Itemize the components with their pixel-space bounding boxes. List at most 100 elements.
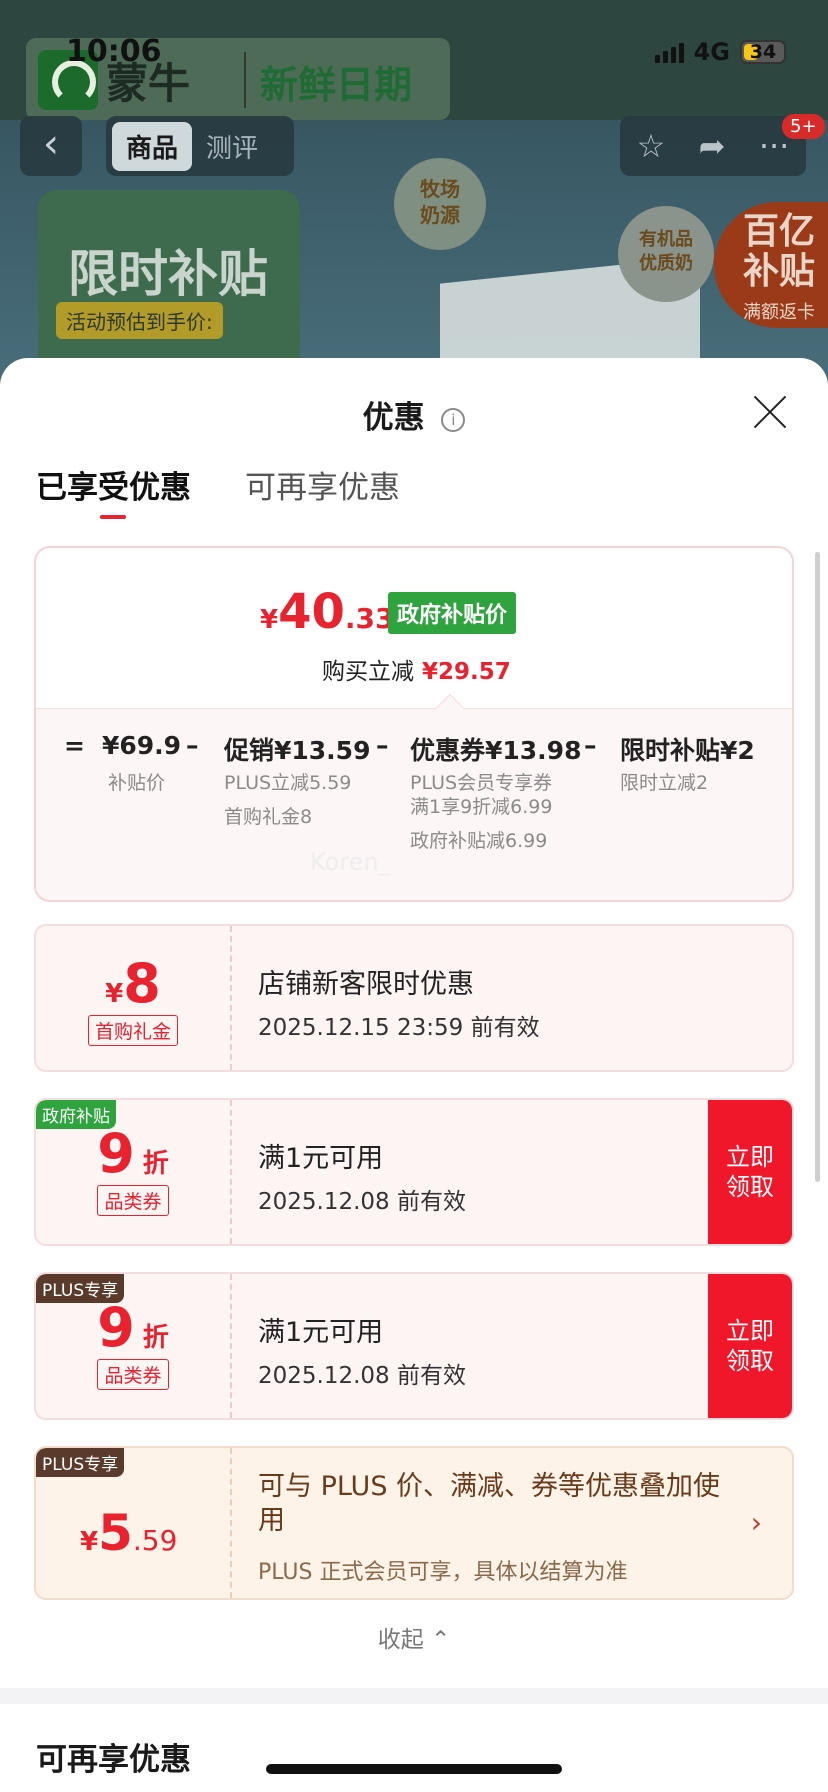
brand-tag: 新鲜日期 (260, 63, 413, 107)
more-discounts-title: 可再享优惠 (36, 1742, 191, 1778)
product-tabs: 商品 测评 (106, 116, 294, 176)
reduce-label: 购买立减 (322, 659, 414, 685)
coupon-amount: ¥8 (36, 952, 230, 1015)
info-icon[interactable]: i (441, 407, 466, 432)
back-button[interactable]: ‹ (20, 116, 82, 176)
collapse-button[interactable]: 收起 ⌃ (0, 1620, 828, 1654)
notification-badge: 5+ (782, 114, 825, 139)
coupon-label: 品类券 (97, 1359, 169, 1390)
promo-title: 限时补贴 (68, 245, 268, 303)
breakdown-panel: = ¥69.9 补贴价 – 促销¥13.59 PLUS立减5.59 首购礼金8 … (36, 708, 792, 900)
signal-icon (654, 41, 684, 63)
tab-more[interactable]: 可再享优惠 (245, 462, 400, 507)
coupon-amount-value: 8 (123, 952, 161, 1015)
product-page-background: 蒙牛 新鲜日期 10:06 4G 34 ‹ 商品 测评 ☆ ➦ ··· 5+ 限… (0, 0, 828, 400)
breakdown-coupon: 优惠券¥13.98 (410, 736, 582, 765)
promo-subtitle: 活动预估到手价: (56, 302, 223, 339)
claim-button[interactable]: 立即 领取 (708, 1274, 792, 1418)
coupon-divider (230, 1274, 232, 1418)
coupon-label: 首购礼金 (87, 1015, 178, 1046)
coupon-expiry: 2025.12.08 前有效 (258, 1363, 466, 1389)
tab-enjoyed[interactable]: 已享受优惠 (36, 462, 191, 519)
coupon-amount-value: 9 (97, 1296, 135, 1359)
plus-amount-dec: .59 (132, 1524, 178, 1557)
close-icon[interactable] (752, 394, 788, 430)
coupon-currency: ¥ (105, 979, 124, 1009)
plus-title: 可与 PLUS 价、满减、券等优惠叠加使用 (258, 1471, 721, 1536)
reduce-amount: ¥29.57 (422, 659, 511, 685)
subsidy-badge-subtitle: 满额返卡 (743, 302, 815, 323)
brand-divider (244, 52, 246, 108)
coupon-value-area: 9折 品类券 (36, 1100, 230, 1244)
home-indicator[interactable] (266, 1764, 562, 1774)
coupon-title: 满1元可用 (258, 1317, 384, 1348)
coupon-plus-exclusive: PLUS专享 9折 品类券 满1元可用 2025.12.08 前有效 立即 领取 (34, 1272, 794, 1420)
reduce-line: 购买立减 ¥29.57 (322, 652, 511, 686)
discount-sheet: 优惠 i 已享受优惠 可再享优惠 ¥ 40 .33 政府补贴价 购买立减 ¥29.… (0, 358, 828, 1792)
breakdown-coupon-sub3: 政府补贴减6.99 (410, 830, 548, 852)
sheet-title: 优惠 i (0, 392, 828, 437)
tab-review[interactable]: 测评 (192, 128, 272, 165)
coupon-amount: 9折 (36, 1296, 230, 1359)
breakdown-promo: 促销¥13.59 (224, 736, 371, 765)
network-type: 4G (693, 38, 730, 66)
breakdown-minus-1: – (186, 731, 199, 760)
breakdown-minus-2: – (376, 731, 389, 760)
gov-subsidy-tag: 政府补贴价 (388, 592, 517, 634)
coupon-label: 品类券 (97, 1185, 169, 1216)
section-divider (0, 1688, 828, 1704)
battery-icon: 34 (740, 40, 786, 64)
claim-button[interactable]: 立即 领取 (708, 1100, 792, 1244)
organic-badge: 有机品 优质奶 (618, 206, 714, 302)
breakdown-promo-sub2: 首购礼金8 (224, 806, 313, 828)
coupon-title: 店铺新客限时优惠 (258, 969, 474, 1000)
breakdown-equals: = (64, 731, 85, 760)
breakdown-limited: 限时补贴¥2 (620, 736, 755, 765)
coupon-title: 满1元可用 (258, 1143, 384, 1174)
discount-tabs: 已享受优惠 可再享优惠 (36, 462, 400, 519)
plus-discount-card[interactable]: PLUS专享 ¥5.59 可与 PLUS 价、满减、券等优惠叠加使用 PLUS … (34, 1446, 794, 1600)
scrollbar[interactable] (815, 552, 820, 1182)
breakdown-base: ¥69.9 (102, 731, 182, 760)
coupon-first-purchase[interactable]: ¥8 首购礼金 店铺新客限时优惠 2025.12.15 23:59 前有效 (34, 924, 794, 1072)
battery-level: 34 (749, 41, 777, 63)
breakdown-coupon-sub2: 满1享9折减6.99 (410, 796, 553, 818)
coupon-unit: 折 (142, 1149, 169, 1179)
price-summary-card: ¥ 40 .33 政府补贴价 购买立减 ¥29.57 = ¥69.9 补贴价 – … (34, 546, 794, 902)
breakdown-base-label: 补贴价 (108, 772, 166, 794)
coupon-divider (230, 926, 232, 1070)
final-price: ¥ 40 .33 (260, 584, 395, 640)
action-bar: ☆ ➦ ··· (620, 116, 806, 176)
subsidy-badge-title: 百亿 补贴 (742, 211, 815, 292)
plus-amount: ¥5.59 (80, 1504, 177, 1562)
status-indicators: 4G 34 (654, 38, 786, 66)
coupon-expiry: 2025.12.08 前有效 (258, 1189, 466, 1215)
breakdown-limited-sub: 限时立减2 (620, 772, 709, 794)
coupon-gov-subsidy: 政府补贴 9折 品类券 满1元可用 2025.12.08 前有效 立即 领取 (34, 1098, 794, 1246)
chevron-right-icon[interactable]: › (751, 1506, 762, 1539)
tab-product[interactable]: 商品 (112, 121, 193, 171)
milk-source-badge: 牧场 奶源 (394, 158, 486, 250)
breakdown-minus-3: – (584, 731, 597, 760)
favorite-star-icon[interactable]: ☆ (637, 127, 666, 165)
coupon-value-area: 9折 品类券 (36, 1274, 230, 1418)
plus-currency: ¥ (80, 1527, 99, 1557)
coupon-expiry: 2025.12.15 23:59 前有效 (258, 1015, 540, 1041)
price-integer: 40 (278, 584, 345, 640)
subsidy-badge[interactable]: 百亿 补贴 满额返卡 (714, 202, 828, 328)
coupon-unit: 折 (142, 1323, 169, 1353)
sheet-title-text: 优惠 (362, 400, 425, 436)
coupon-divider (230, 1100, 232, 1244)
price-currency: ¥ (260, 605, 279, 635)
share-icon[interactable]: ➦ (699, 127, 726, 165)
plus-amount-int: 5 (98, 1504, 133, 1562)
coupon-amount-value: 9 (97, 1122, 135, 1185)
status-time: 10:06 (66, 34, 162, 69)
watermark: Koren_ (310, 848, 391, 876)
plus-note: PLUS 正式会员可享，具体以结算为准 (258, 1560, 628, 1585)
plus-corner-tag: PLUS专享 (36, 1448, 125, 1477)
plus-divider (230, 1448, 232, 1598)
breakdown-promo-sub1: PLUS立减5.59 (224, 772, 352, 794)
coupon-amount: 9折 (36, 1122, 230, 1185)
coupon-value-area: ¥8 首购礼金 (36, 926, 230, 1070)
